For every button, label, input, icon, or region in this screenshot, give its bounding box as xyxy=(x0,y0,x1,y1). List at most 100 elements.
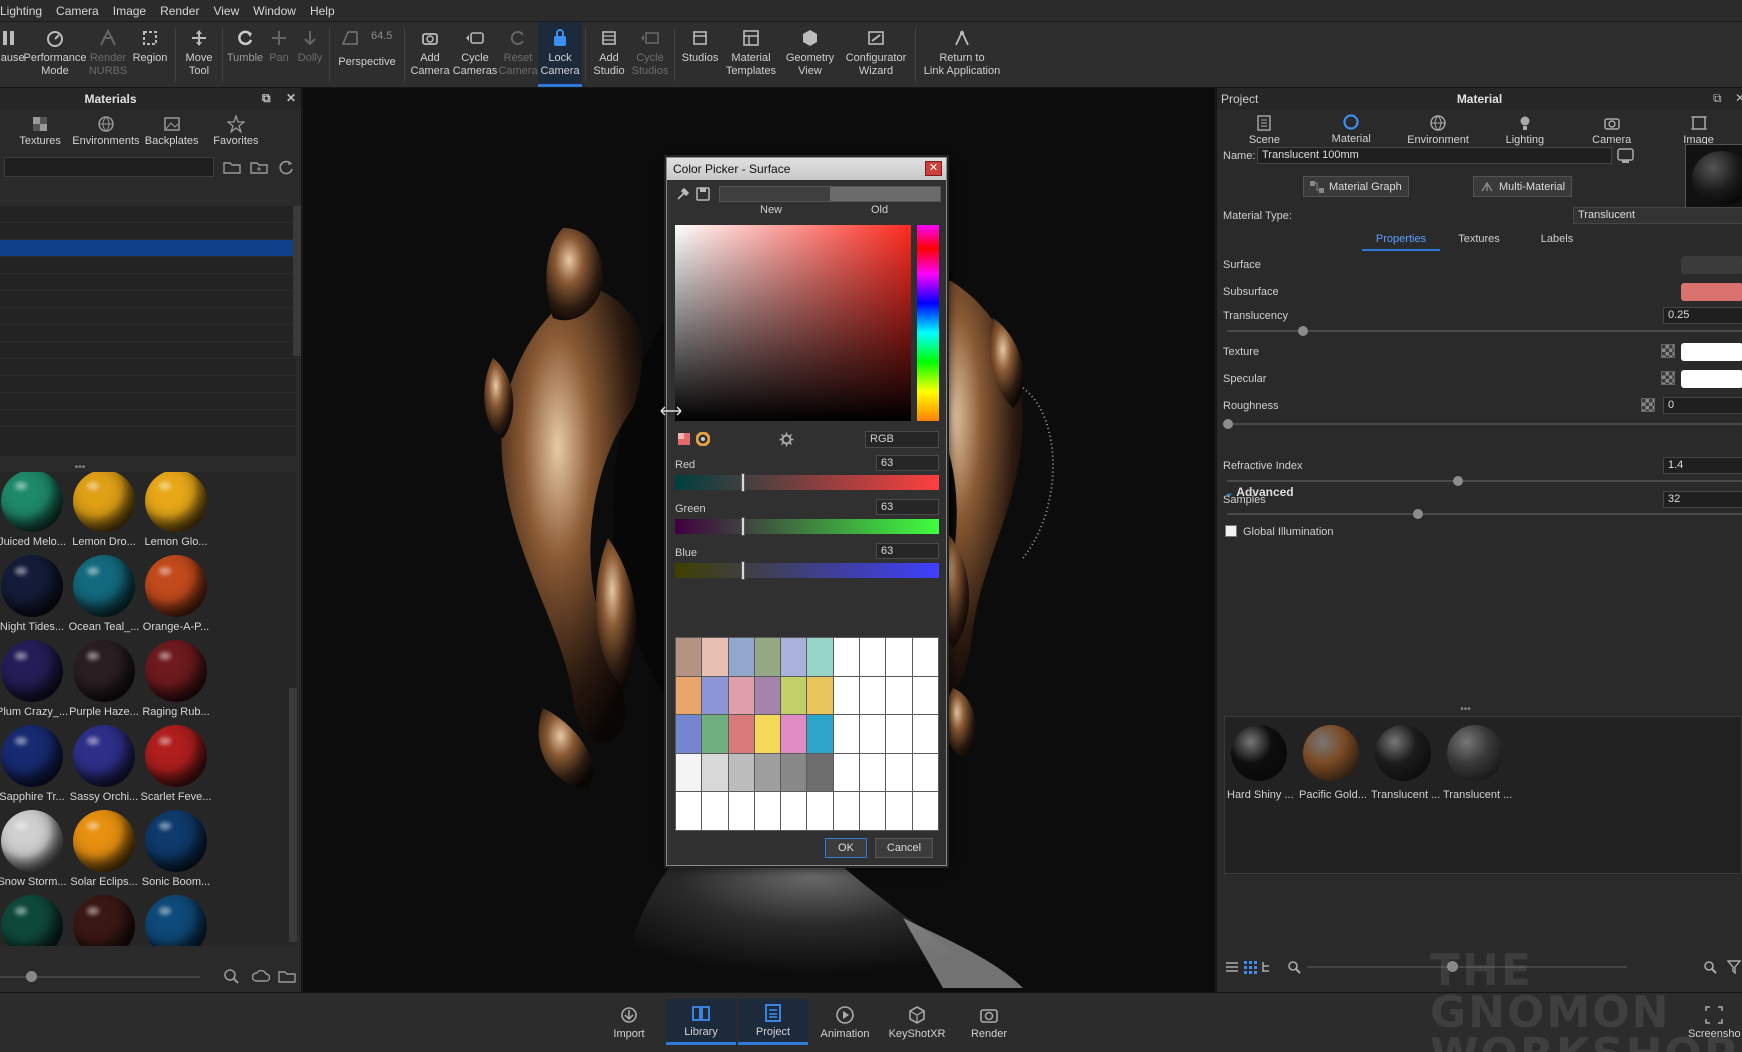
tab-textures[interactable]: Textures xyxy=(8,110,72,152)
material-thumbnail[interactable]: Tempting T... xyxy=(0,893,68,946)
animation-button[interactable]: Animation xyxy=(810,999,880,1045)
material-thumbnail[interactable]: Snow Storm... xyxy=(0,808,68,893)
color-swatch[interactable] xyxy=(728,792,754,830)
tree-row[interactable] xyxy=(0,359,296,376)
project-material-sphere[interactable] xyxy=(1303,725,1359,781)
reset-camera-button[interactable]: Reset Camera xyxy=(498,22,538,87)
red-value-input[interactable]: 63 xyxy=(876,455,939,471)
color-swatch[interactable] xyxy=(676,792,702,830)
perspective-button[interactable]: 64.5 Perspective xyxy=(333,22,401,87)
color-swatch[interactable] xyxy=(754,638,781,676)
color-swatch[interactable] xyxy=(833,753,860,792)
color-swatch[interactable] xyxy=(886,638,912,676)
library-folder-tree[interactable] xyxy=(0,206,296,456)
color-swatch[interactable] xyxy=(702,638,728,676)
texture-color-swatch[interactable] xyxy=(1681,343,1742,361)
configurator-wizard-button[interactable]: Configurator Wizard xyxy=(840,22,912,87)
resize-handle-icon[interactable] xyxy=(659,405,683,417)
color-swatch[interactable] xyxy=(781,638,807,676)
tab-camera[interactable]: Camera xyxy=(1568,110,1655,150)
samples-input[interactable]: 32 xyxy=(1663,491,1742,508)
color-swatch[interactable] xyxy=(886,715,912,753)
thumbnail-scrollbar[interactable] xyxy=(289,688,297,942)
gear-icon[interactable] xyxy=(779,432,794,447)
tree-row[interactable] xyxy=(0,342,296,359)
red-slider-knob[interactable] xyxy=(740,473,745,492)
color-swatch[interactable] xyxy=(754,792,781,830)
color-swatch[interactable] xyxy=(754,715,781,753)
render-button[interactable]: Render xyxy=(954,999,1024,1045)
tab-material[interactable]: Material xyxy=(1307,110,1395,150)
folder-icon[interactable] xyxy=(278,968,296,984)
menu-camera[interactable]: Camera xyxy=(49,0,106,22)
tree-row[interactable] xyxy=(0,308,296,325)
tab-scene[interactable]: Scene xyxy=(1221,110,1308,150)
add-camera-button[interactable]: Add Camera xyxy=(408,22,452,87)
tree-row[interactable] xyxy=(0,376,296,393)
global-illumination-checkbox[interactable] xyxy=(1225,525,1237,537)
roughness-slider-knob[interactable] xyxy=(1223,419,1233,429)
samples-slider-knob[interactable] xyxy=(1413,509,1423,519)
material-thumbnail[interactable]: Lemon Glo... xyxy=(140,472,212,553)
color-swatch[interactable] xyxy=(754,676,781,715)
performance-mode-button[interactable]: Performance Mode xyxy=(22,22,88,87)
color-picker-title-bar[interactable]: Color Picker - Surface ✕ xyxy=(667,158,946,180)
multi-material-button[interactable]: Multi-Material xyxy=(1473,176,1573,197)
float-panel-icon[interactable]: ⧉ xyxy=(1713,91,1722,106)
translucency-slider-knob[interactable] xyxy=(1298,326,1308,336)
roughness-slider[interactable] xyxy=(1227,423,1742,425)
color-swatch-mode-icon[interactable] xyxy=(677,432,691,446)
color-swatch[interactable] xyxy=(676,638,702,676)
color-swatch[interactable] xyxy=(860,792,886,830)
save-material-icon[interactable] xyxy=(1617,147,1634,164)
material-thumbnail[interactable]: Undergrou... xyxy=(68,893,140,946)
tab-lighting[interactable]: Lighting xyxy=(1481,110,1568,150)
add-folder-icon[interactable] xyxy=(250,158,268,176)
subtab-properties[interactable]: Properties xyxy=(1362,229,1440,251)
material-thumbnail[interactable]: Orange-A-P... xyxy=(140,553,212,638)
color-swatch[interactable] xyxy=(833,638,860,676)
cycle-cameras-button[interactable]: Cycle Cameras xyxy=(452,22,498,87)
tree-row[interactable] xyxy=(0,274,296,291)
tree-row[interactable] xyxy=(0,393,296,410)
tree-row[interactable] xyxy=(0,223,296,240)
blue-slider-knob[interactable] xyxy=(740,561,745,580)
old-color-swatch[interactable] xyxy=(830,187,940,201)
color-swatch[interactable] xyxy=(886,676,912,715)
save-color-icon[interactable] xyxy=(695,186,711,202)
color-swatch[interactable] xyxy=(807,715,833,753)
open-folder-icon[interactable] xyxy=(223,158,241,176)
grid-view-icon[interactable] xyxy=(1243,960,1257,974)
cycle-studios-button[interactable]: Cycle Studios xyxy=(629,22,671,87)
material-templates-button[interactable]: Material Templates xyxy=(722,22,780,87)
menu-image[interactable]: Image xyxy=(106,0,153,22)
blue-slider[interactable] xyxy=(675,563,939,578)
material-thumbnail[interactable]: Sapphire Tr... xyxy=(0,723,68,808)
import-button[interactable]: Import xyxy=(594,999,664,1045)
hue-slider[interactable] xyxy=(917,225,939,421)
project-material-sphere[interactable] xyxy=(1231,725,1287,781)
project-material-sphere[interactable] xyxy=(1375,725,1431,781)
color-swatch[interactable] xyxy=(912,792,938,830)
color-swatch[interactable] xyxy=(807,753,833,792)
color-swatch[interactable] xyxy=(728,715,754,753)
refractive-index-input[interactable]: 1.4 xyxy=(1663,457,1742,474)
list-view-icon[interactable] xyxy=(1225,960,1239,974)
material-type-select[interactable]: Translucent xyxy=(1573,207,1742,224)
library-button[interactable]: Library xyxy=(666,999,736,1045)
color-swatch[interactable] xyxy=(702,753,728,792)
menu-help[interactable]: Help xyxy=(303,0,342,22)
search-icon[interactable] xyxy=(223,968,239,984)
project-button[interactable]: Project xyxy=(738,999,808,1045)
dolly-button[interactable]: Dolly xyxy=(294,22,326,87)
color-swatch[interactable] xyxy=(676,676,702,715)
color-swatch[interactable] xyxy=(886,753,912,792)
color-swatch[interactable] xyxy=(728,676,754,715)
green-value-input[interactable]: 63 xyxy=(876,499,939,515)
eyedropper-icon[interactable] xyxy=(675,186,691,202)
material-thumbnail[interactable]: Lemon Dro... xyxy=(68,472,140,553)
samples-slider[interactable] xyxy=(1227,513,1742,515)
color-swatch[interactable] xyxy=(886,792,912,830)
material-thumbnail[interactable]: Juiced Melo... xyxy=(0,472,68,553)
color-swatch[interactable] xyxy=(781,676,807,715)
